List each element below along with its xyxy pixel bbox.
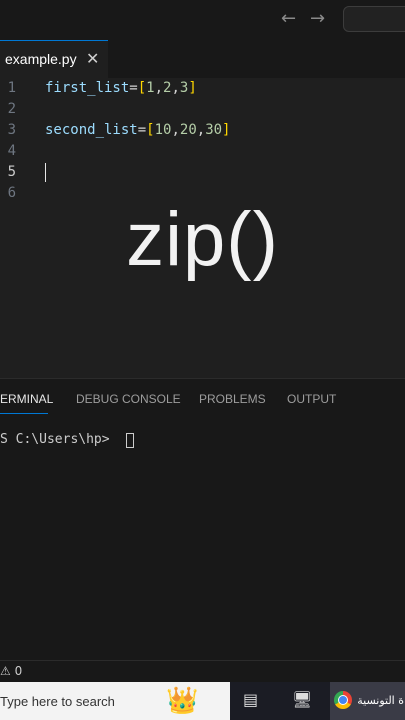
code-text: second_list=[10,20,30] [45, 122, 231, 138]
warning-count[interactable]: ⚠ 0 [0, 664, 22, 678]
search-placeholder: Type here to search [0, 694, 115, 709]
command-center-box[interactable] [343, 6, 405, 32]
text-cursor [45, 163, 46, 182]
status-bar: ⚠ 0 [0, 660, 405, 683]
code-line: 3 second_list=[10,20,30] [0, 120, 405, 141]
taskbar: Type here to search 👑 ▤ 🖥 ة التونسية [0, 682, 405, 720]
tab-problems[interactable]: PROBLEMS [199, 392, 266, 406]
code-text: first_list=[1,2,3] [45, 80, 197, 96]
arrow-left-icon[interactable]: ← [281, 8, 296, 30]
chrome-icon [334, 691, 352, 709]
tab-terminal[interactable]: ERMINAL [0, 392, 53, 406]
task-view-icon[interactable]: ▤ [243, 690, 258, 709]
bottom-panel: ERMINAL DEBUG CONSOLE PROBLEMS OUTPUT S … [0, 378, 405, 661]
tab-label: example.py [5, 51, 77, 67]
terminal-prompt[interactable]: S C:\Users\hp> [0, 432, 117, 447]
editor-tab-bar: example.py ✕ [0, 40, 405, 79]
active-tab-indicator [0, 413, 48, 414]
close-icon[interactable]: ✕ [86, 49, 99, 68]
code-editor[interactable]: 1 first_list=[1,2,3] 2 3 second_list=[10… [0, 78, 405, 378]
desktop-icon[interactable]: 🖥 [292, 690, 312, 709]
taskbar-search-box[interactable]: Type here to search 👑 [0, 682, 230, 720]
code-line: 2 [0, 99, 405, 120]
line-number: 3 [7, 122, 16, 138]
zip-overlay-title: zip() [126, 197, 279, 282]
tab-debug-console[interactable]: DEBUG CONSOLE [76, 392, 181, 406]
line-number: 1 [7, 80, 16, 96]
chrome-window-label: ة التونسية [358, 694, 404, 707]
code-line: 1 first_list=[1,2,3] [0, 78, 405, 99]
code-line: 4 [0, 141, 405, 162]
crown-icon: 👑 [166, 686, 199, 716]
arrow-right-icon[interactable]: → [310, 8, 325, 30]
line-number: 5 [7, 164, 16, 180]
tab-example-py[interactable]: example.py ✕ [0, 40, 108, 78]
terminal-cursor [126, 433, 134, 448]
taskbar-chrome-item[interactable]: ة التونسية [330, 682, 405, 720]
line-number: 2 [7, 101, 16, 117]
title-bar: ← → [0, 0, 405, 40]
tab-output[interactable]: OUTPUT [287, 392, 336, 406]
code-line-active: 5 [0, 162, 405, 183]
line-number: 4 [7, 143, 16, 159]
